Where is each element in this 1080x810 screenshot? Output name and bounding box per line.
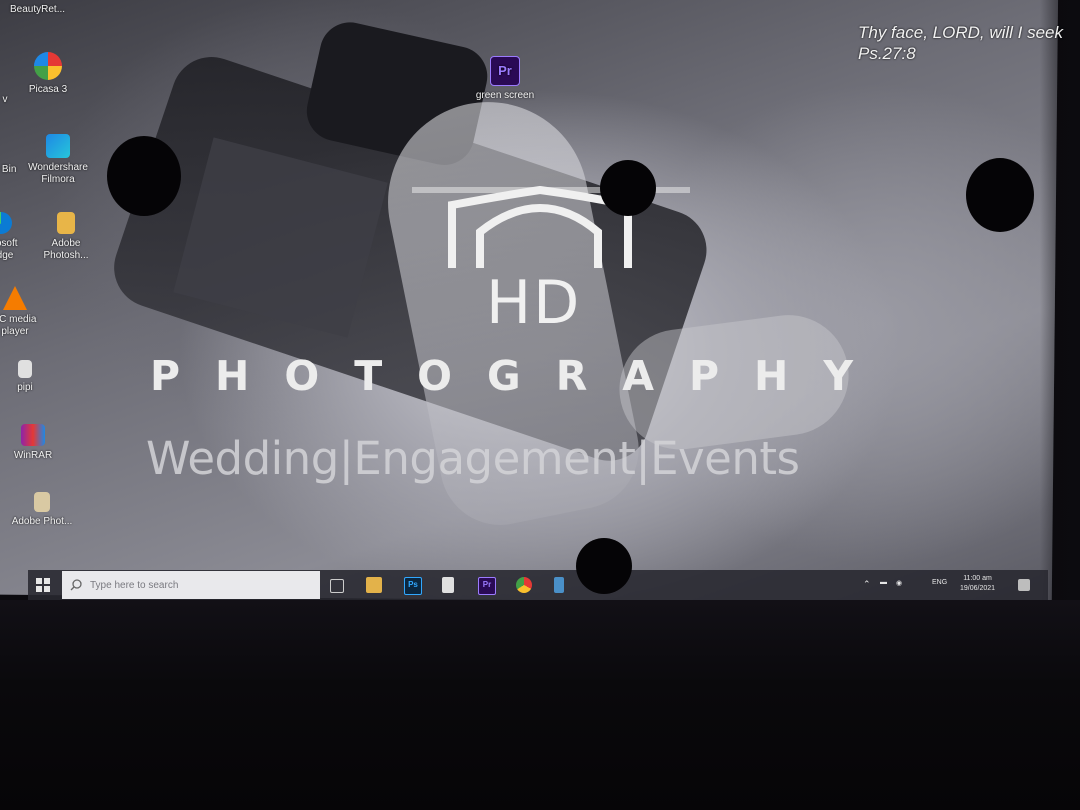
folder-icon [57,212,75,234]
tray-chevron-icon[interactable]: ⌃ [863,579,871,590]
clock-date: 19/06/2021 [960,585,996,592]
tray-volume-icon[interactable]: ◉ [896,579,902,587]
desktop-verse: Thy face, LORD, will I seek Ps.27:8 [858,22,1063,64]
photoshop-icon[interactable]: Ps [404,577,422,595]
icon-label: pipi [17,382,33,393]
file-icon [18,360,32,378]
desktop-icon-picasa[interactable]: Picasa 3 [3,52,93,96]
wallpaper-tagline: Wedding|Engagement|Events [146,432,800,485]
edge-icon [0,212,12,234]
clock-time: 11:00 am [963,575,992,582]
taskbar: Type here to search Ps Pr ⌃ ▬ ◉ ENG 11:0… [28,570,1048,600]
icon-label: green screen [475,90,535,101]
icon-label: Filmora [41,174,75,185]
winrar-icon [21,424,45,446]
icon-label: player [1,326,29,337]
screen-blot [600,160,656,216]
premiere-taskbar-icon[interactable]: Pr [478,577,496,595]
desktop-icon-green-screen[interactable]: Pr green screen [460,56,550,102]
icon-label: Adobe Phot... [11,516,73,527]
document-icon [34,492,50,512]
app-icon[interactable] [554,577,564,593]
search-placeholder: Type here to search [90,580,179,591]
tray-language[interactable]: ENG [932,579,947,586]
tray-network-icon[interactable]: ▬ [880,579,887,586]
icon-label: rosoft [0,238,18,249]
file-explorer-icon[interactable] [366,577,382,593]
verse-line-1: Thy face, LORD, will I seek [858,23,1064,42]
chrome-icon[interactable] [516,577,532,593]
icon-label: Photosh... [43,250,89,261]
monitor-bezel-bottom [0,600,1080,810]
picasa-icon [34,52,62,80]
notifications-icon[interactable] [1018,579,1030,591]
desktop-icon-vlc[interactable]: LC media player [0,286,60,338]
icon-label: LC media [0,314,37,325]
screen-blot [966,158,1034,232]
notepad-icon[interactable] [442,577,454,593]
tray-clock[interactable]: 11:00 am 19/06/2021 [960,574,995,594]
task-view-icon[interactable] [330,579,344,593]
premiere-icon: Pr [490,56,520,86]
screen-blot [576,538,632,594]
filmora-icon [46,134,70,158]
icon-label: WinRAR [13,450,53,461]
desktop-icon-filmora[interactable]: Wondershare Filmora [13,134,103,186]
desktop-icon-winrar[interactable]: WinRAR [0,424,78,462]
vlc-icon [3,286,27,310]
screen-blot [107,136,181,216]
desktop-icon-pipi[interactable]: pipi [0,360,70,394]
verse-line-2: Ps.27:8 [858,44,916,63]
taskbar-search-box[interactable]: Type here to search [62,571,320,599]
icon-label: dge [0,250,14,261]
logo-hd-text: HD [486,268,582,338]
icon-label: Picasa 3 [28,84,68,95]
desktop-file-label[interactable]: BeautyRet... [10,4,65,15]
windows-start-icon[interactable] [36,578,50,592]
search-icon [70,579,82,591]
desktop-icon-adobe-doc[interactable]: Adobe Phot... [0,492,87,528]
icon-label: Adobe [51,238,81,249]
icon-label: Wondershare [28,162,88,173]
desktop-icon-photoshop-folder[interactable]: Adobe Photosh... [21,212,111,262]
wallpaper-title: PHOTOGRAPHY [150,352,889,400]
